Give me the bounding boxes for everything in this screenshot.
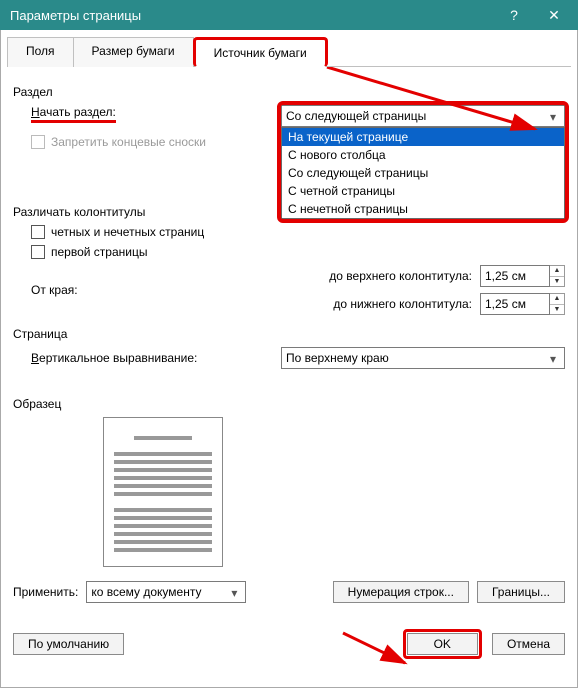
tab-strip: Поля Размер бумаги Источник бумаги <box>7 36 571 67</box>
group-page: Страница <box>13 327 565 341</box>
row-first-page: первой страницы <box>31 245 565 259</box>
default-button[interactable]: По умолчанию <box>13 633 124 655</box>
row-from-edge: От края: до верхнего колонтитула: 1,25 с… <box>31 265 565 315</box>
option-current-page[interactable]: На текущей странице <box>282 128 564 146</box>
row-valign: Вертикальное выравнивание: По верхнему к… <box>31 347 565 369</box>
option-new-column[interactable]: С нового столбца <box>282 146 564 164</box>
apply-to-value: ко всему документу <box>91 585 201 599</box>
header-distance-spinner[interactable]: ▲▼ <box>550 265 565 287</box>
suppress-endnotes-label: Запретить концевые сноски <box>51 135 206 149</box>
to-footer-label: до нижнего колонтитула: <box>281 297 480 311</box>
first-page-checkbox[interactable] <box>31 245 45 259</box>
start-section-dropdown: На текущей странице С нового столбца Со … <box>281 127 565 219</box>
row-apply: Применить: ко всему документу ▾ Нумераци… <box>13 581 565 603</box>
footer-buttons: По умолчанию OK Отмена <box>13 629 565 659</box>
odd-even-label: четных и нечетных страниц <box>51 225 204 239</box>
option-odd-page[interactable]: С нечетной страницы <box>282 200 564 218</box>
start-section-select[interactable]: Со следующей страницы ▾ <box>281 105 565 127</box>
close-button[interactable]: ✕ <box>534 0 574 30</box>
apply-label: Применить: <box>13 585 78 599</box>
apply-to-select[interactable]: ко всему документу ▾ <box>86 581 246 603</box>
line-numbers-button[interactable]: Нумерация строк... <box>333 581 469 603</box>
borders-button[interactable]: Границы... <box>477 581 565 603</box>
window-title: Параметры страницы <box>10 8 494 23</box>
footer-distance-spinner[interactable]: ▲▼ <box>550 293 565 315</box>
start-section-value: Со следующей страницы <box>286 109 426 123</box>
footer-distance-input[interactable]: 1,25 см <box>480 293 550 315</box>
row-odd-even: четных и нечетных страниц <box>31 225 565 239</box>
valign-value: По верхнему краю <box>286 351 389 365</box>
title-bar: Параметры страницы ? ✕ <box>0 0 578 30</box>
ok-button[interactable]: OK <box>407 633 478 655</box>
suppress-endnotes-checkbox <box>31 135 45 149</box>
group-preview: Образец <box>13 397 565 411</box>
footer-distance-value: 1,25 см <box>485 297 526 311</box>
tab-paper-size[interactable]: Размер бумаги <box>73 37 194 67</box>
dialog-body: Поля Размер бумаги Источник бумаги Разде… <box>0 30 578 688</box>
help-button[interactable]: ? <box>494 0 534 30</box>
first-page-label: первой страницы <box>51 245 147 259</box>
from-edge-label: От края: <box>31 283 281 297</box>
chevron-down-icon: ▾ <box>544 108 562 126</box>
valign-label: Вертикальное выравнивание: <box>31 351 281 365</box>
tab-fields[interactable]: Поля <box>7 37 74 67</box>
tab-paper-source[interactable]: Источник бумаги <box>193 37 328 67</box>
annotation-ok-highlight: OK <box>403 629 482 659</box>
group-section: Раздел <box>13 85 565 99</box>
page-preview <box>103 417 223 567</box>
chevron-down-icon: ▾ <box>225 584 243 602</box>
start-section-label: Начать раздел: <box>31 105 281 119</box>
option-next-page[interactable]: Со следующей страницы <box>282 164 564 182</box>
option-even-page[interactable]: С четной страницы <box>282 182 564 200</box>
tab-pane: Раздел Начать раздел: Со следующей стран… <box>7 67 571 665</box>
header-distance-value: 1,25 см <box>485 269 526 283</box>
row-start-section: Начать раздел: Со следующей страницы ▾ Н… <box>31 105 565 127</box>
odd-even-checkbox[interactable] <box>31 225 45 239</box>
chevron-down-icon: ▾ <box>544 350 562 368</box>
to-header-label: до верхнего колонтитула: <box>281 269 480 283</box>
cancel-button[interactable]: Отмена <box>492 633 565 655</box>
valign-select[interactable]: По верхнему краю ▾ <box>281 347 565 369</box>
header-distance-input[interactable]: 1,25 см <box>480 265 550 287</box>
